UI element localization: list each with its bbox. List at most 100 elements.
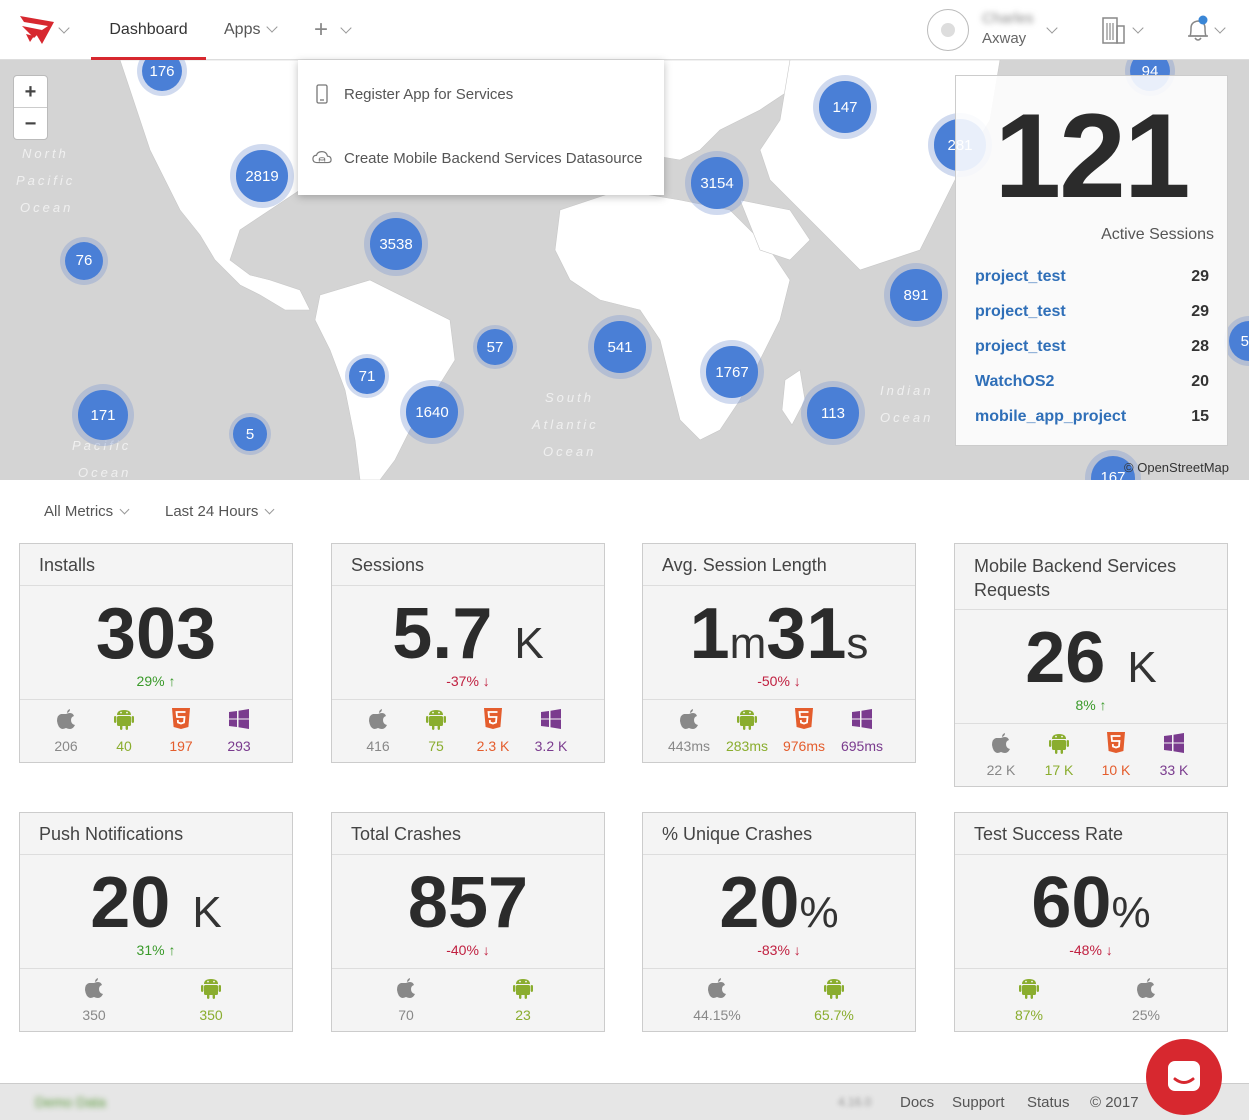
metric-card-push-notifications[interactable]: Push Notifications 20 K 31% ↑ 350 350	[19, 812, 293, 1032]
html5-icon	[1106, 732, 1126, 754]
session-row: mobile_app_project 15	[975, 408, 1209, 432]
android-icon	[426, 708, 446, 730]
ocean-label: Indian	[880, 383, 934, 398]
axway-logo-icon[interactable]	[20, 14, 54, 46]
windows-icon	[1164, 732, 1184, 754]
zoom-in-button[interactable]: +	[14, 76, 47, 108]
tab-apps[interactable]: Apps	[224, 0, 279, 60]
card-value-seconds: 31	[766, 594, 847, 674]
building-icon[interactable]	[1100, 14, 1126, 44]
metric-card-sessions[interactable]: Sessions 5.7 K -37% ↓ 416 75 2.3 K 3.2 K	[331, 543, 605, 763]
plus-icon[interactable]: +	[314, 18, 328, 42]
metric-card-test-success-rate[interactable]: Test Success Rate 60% -48% ↓ 87% 25%	[954, 812, 1228, 1032]
chevron-down-icon[interactable]	[1214, 22, 1226, 34]
map-cluster[interactable]: 57	[473, 325, 517, 369]
session-count: 15	[1191, 408, 1209, 425]
map-cluster[interactable]: 3538	[364, 212, 428, 276]
project-link[interactable]: WatchOS2	[975, 373, 1054, 391]
metric-card-installs[interactable]: Installs 303 29% ↑ 206 40 197 293	[19, 543, 293, 763]
menu-item-create-datasource[interactable]: Create Mobile Backend Services Datasourc…	[312, 143, 642, 173]
map-cluster[interactable]: 147	[813, 75, 877, 139]
metric-card-avg-session-length[interactable]: Avg. Session Length 1m31s -50% ↓ 443ms 2…	[642, 543, 916, 763]
platform-android: 23	[493, 977, 553, 1023]
create-menu: Register App for Services Create Mobile …	[298, 60, 664, 195]
card-platforms: 22 K 17 K 10 K 33 K	[955, 724, 1227, 786]
project-link[interactable]: project_test	[975, 303, 1066, 321]
user-name[interactable]: Charles	[982, 10, 1034, 27]
ocean-label: South	[545, 390, 594, 405]
map-cluster[interactable]: 3154	[685, 151, 749, 215]
chat-button[interactable]	[1146, 1039, 1222, 1115]
platform-value: 293	[227, 738, 251, 754]
menu-item-label: Register App for Services	[344, 85, 514, 103]
footer-link-support[interactable]: Support	[952, 1094, 1005, 1111]
card-title: Avg. Session Length	[643, 544, 915, 586]
tab-dashboard[interactable]: Dashboard	[91, 0, 206, 60]
card-change: -48% ↓	[1069, 942, 1113, 958]
card-value-number: 26	[1025, 618, 1106, 698]
avatar[interactable]	[927, 9, 969, 51]
active-sessions-count: 121	[994, 89, 1190, 223]
card-title: % Unique Crashes	[643, 813, 915, 855]
card-title: Mobile Backend Services Requests	[955, 544, 1227, 610]
zoom-out-button[interactable]: −	[14, 108, 47, 140]
session-row: project_test 29	[975, 303, 1209, 327]
map-cluster[interactable]: 171	[72, 384, 134, 446]
cluster-count: 171	[78, 390, 128, 440]
metric-card-mbs-requests[interactable]: Mobile Backend Services Requests 26 K 8% …	[954, 543, 1228, 787]
time-range-filter[interactable]: Last 24 Hours	[165, 503, 275, 520]
card-main: 5.7 K -37% ↓	[332, 586, 604, 700]
map-cluster[interactable]: 1767	[700, 340, 764, 404]
menu-item-register-app[interactable]: Register App for Services	[312, 79, 513, 109]
map-cluster[interactable]: 71	[345, 354, 389, 398]
android-icon	[114, 708, 134, 730]
chevron-down-icon[interactable]	[58, 22, 70, 34]
chevron-down-icon	[264, 504, 275, 515]
apple-icon	[991, 732, 1011, 754]
card-value-number: 303	[95, 594, 217, 674]
platform-value: 976ms	[782, 738, 826, 754]
chevron-down-icon[interactable]	[340, 22, 352, 34]
bell-icon[interactable]	[1186, 14, 1210, 44]
footer-link-status[interactable]: Status	[1027, 1094, 1070, 1111]
map-cluster[interactable]: 5	[229, 413, 271, 455]
metric-card-unique-crashes[interactable]: % Unique Crashes 20% -83% ↓ 44.15% 65.7%	[642, 812, 916, 1032]
platform-value: 22 K	[986, 762, 1016, 778]
map-cluster[interactable]: 891	[884, 263, 948, 327]
chevron-down-icon[interactable]	[1132, 22, 1144, 34]
card-value: 20%	[643, 861, 915, 955]
apple-icon	[84, 977, 104, 999]
project-link[interactable]: project_test	[975, 338, 1066, 356]
platform-ios: 44.15%	[687, 977, 747, 1023]
platform-value: 197	[169, 738, 193, 754]
chevron-down-icon[interactable]	[1046, 22, 1058, 34]
session-count: 29	[1191, 268, 1209, 285]
map-cluster[interactable]: 541	[588, 315, 652, 379]
project-link[interactable]: project_test	[975, 268, 1066, 286]
platform-value: 416	[366, 738, 390, 754]
platform-value: 65.7%	[814, 1007, 854, 1023]
version-label: 4.16.0	[838, 1095, 872, 1109]
map-attribution[interactable]: © OpenStreetMap	[1124, 460, 1229, 475]
tab-apps-label: Apps	[224, 21, 261, 38]
cluster-count: 113	[807, 387, 859, 439]
demo-data-label[interactable]: Demo Data	[35, 1094, 106, 1110]
platform-ios: 416	[348, 708, 408, 754]
project-link[interactable]: mobile_app_project	[975, 408, 1126, 426]
footer-link-docs[interactable]: Docs	[900, 1094, 934, 1111]
metric-card-total-crashes[interactable]: Total Crashes 857 -40% ↓ 70 23	[331, 812, 605, 1032]
card-change: -83% ↓	[757, 942, 801, 958]
platform-value: 283ms	[725, 738, 769, 754]
card-value-unit: s	[846, 619, 869, 668]
map-cluster[interactable]: 2819	[230, 144, 294, 208]
platform-value: 75	[428, 738, 444, 754]
map-cluster[interactable]: 1640	[400, 380, 464, 444]
map-cluster[interactable]: 76	[60, 237, 108, 285]
metrics-filter[interactable]: All Metrics	[44, 503, 130, 520]
windows-icon	[852, 708, 872, 730]
map-cluster[interactable]: 113	[801, 381, 865, 445]
apple-icon	[1136, 977, 1156, 999]
platform-value: 350	[199, 1007, 223, 1023]
user-org[interactable]: Axway	[982, 30, 1026, 47]
platform-value: 10 K	[1101, 762, 1131, 778]
